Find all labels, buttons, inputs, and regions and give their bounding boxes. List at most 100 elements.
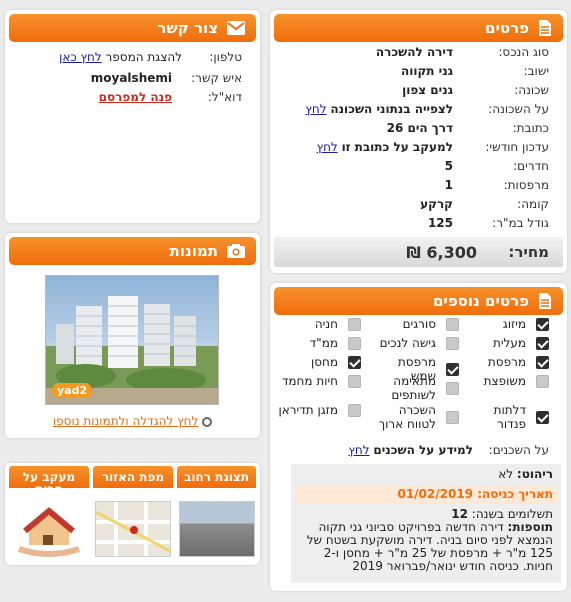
feature-checkbox[interactable] (348, 374, 361, 388)
feature-checkbox[interactable] (348, 317, 361, 331)
detail-row: גודל במ"ר: 125 (279, 213, 549, 232)
furniture-value: לא (498, 467, 514, 481)
detail-row: ישוב: גני תקווה (279, 61, 549, 80)
detail-row: חדרים: 5 (279, 156, 549, 175)
price-label: מחיר: (508, 243, 549, 261)
feature-item[interactable]: מעלית (461, 336, 549, 350)
tab-track-home[interactable]: מעקב על הבית (9, 466, 89, 488)
feature-item[interactable]: מזגן תדיראן (277, 403, 361, 417)
feature-label: מעלית (492, 336, 526, 350)
notes-row: תוספות: דירה חדשה בפרויקט סביוני גני תקו… (299, 521, 553, 573)
feature-checkbox[interactable] (446, 336, 459, 350)
feature-label: ממ"ד (309, 336, 338, 350)
feature-item[interactable]: מיזוג (461, 317, 549, 331)
feature-label: סורגים (402, 317, 436, 331)
feature-label: מחסן (310, 355, 338, 369)
enlarge-photos-link[interactable]: לחץ להגדלה ולתמונות נוספו (53, 414, 198, 428)
neighbors-link[interactable]: לחץ (348, 443, 369, 457)
detail-label: ישוב: (523, 63, 549, 78)
feature-item[interactable]: דלתות פנדור (461, 403, 549, 431)
document-icon (539, 293, 551, 309)
feature-checkbox[interactable] (446, 317, 459, 331)
camera-icon (227, 244, 245, 258)
extras-box: ריהוט: לא תאריך כניסה: 01/02/2019 תשלומי… (291, 464, 561, 583)
feature-item[interactable]: מחסן (277, 355, 361, 369)
detail-label: סוג הנכס: (498, 44, 549, 59)
email-label: דוא"ל: (207, 89, 242, 104)
tab-street-view[interactable]: תצוגת רחוב (177, 466, 256, 488)
feature-item[interactable]: מרפסת (461, 355, 549, 369)
tabs-panel: תצוגת רחוב מפת האזור מעקב על הבית (5, 463, 260, 565)
neighbors-value: למידע על השכנים (373, 442, 473, 457)
show-phone-link[interactable]: לחץ כאן (59, 50, 102, 64)
feature-item[interactable]: סורגים (371, 317, 459, 331)
feature-checkbox[interactable] (536, 355, 549, 369)
feature-checkbox[interactable] (348, 355, 361, 369)
contact-advertiser-link[interactable]: פנה למפרסם (99, 90, 172, 104)
feature-item[interactable]: חניה (277, 317, 361, 331)
feature-checkbox[interactable] (536, 317, 549, 331)
extras-panel: פרטים נוספים מיזוג סורגים חניה מעלית גישה לנ… (270, 283, 567, 591)
home-tracking-thumbnail[interactable] (11, 501, 87, 557)
feature-item[interactable]: גישה לנכים (371, 336, 459, 350)
magnify-icon (202, 416, 213, 427)
detail-value: דרך הים 26 (386, 120, 453, 135)
neighbors-row: על השכנים: למידע על השכנים לחץ (279, 440, 549, 459)
feature-item[interactable]: השכרה לטווח ארוך (371, 403, 459, 431)
feature-checkbox[interactable] (348, 336, 361, 350)
detail-label: קומה: (517, 196, 549, 211)
envelope-icon (227, 21, 245, 35)
extras-header: פרטים נוספים (274, 287, 563, 315)
detail-value: לצפייה בנתוני השכונה (330, 101, 453, 116)
street-view-thumbnail[interactable] (179, 501, 255, 557)
feature-item[interactable]: חיות מחמד (277, 374, 361, 388)
detail-value: למעקב על כתובת זו (341, 139, 453, 154)
feature-label: גישה לנכים (379, 336, 436, 350)
detail-row: כתובת: דרך הים 26 (279, 118, 549, 137)
document-icon (539, 20, 551, 36)
property-photo[interactable]: yad2 (45, 275, 219, 405)
feature-label: מתאימה לשותפים (391, 374, 436, 402)
detail-value: 125 (427, 215, 453, 230)
detail-row: סוג הנכס: דירה להשכרה (279, 42, 549, 61)
contact-title: צור קשר (157, 19, 218, 37)
feature-checkbox[interactable] (536, 336, 549, 350)
house-in-hands-icon (18, 507, 80, 557)
detail-link[interactable]: לחץ (317, 140, 338, 154)
detail-value: גני תקווה (400, 63, 453, 78)
phone-text: להצגת המספר (105, 49, 182, 64)
detail-value: קרקע (420, 196, 453, 211)
contact-panel: צור קשר טלפון: להצגת המספר לחץ כאן איש ק… (5, 10, 260, 223)
feature-label: מרפסת (487, 355, 526, 369)
enlarge-row: לחץ להגדלה ולתמונות נוספו (5, 414, 260, 428)
detail-row: עדכון חודשי: למעקב על כתובת זו לחץ (279, 137, 549, 156)
feature-label: מיזוג (502, 317, 526, 331)
detail-link[interactable]: לחץ (305, 102, 326, 116)
payments-label: תשלומים בשנה: (471, 507, 553, 521)
furniture-row: ריהוט: לא (299, 468, 553, 481)
price-value: 6,300 ₪ (406, 242, 477, 262)
detail-label: כתובת: (512, 120, 549, 135)
person-value: moyalshemi (90, 70, 172, 85)
phone-row: טלפון: להצגת המספר לחץ כאן (17, 47, 242, 66)
email-row: דוא"ל: פנה למפרסם (17, 87, 242, 106)
map-image (96, 502, 170, 556)
feature-checkbox[interactable] (536, 374, 549, 388)
feature-item[interactable]: משופצת (461, 374, 549, 388)
area-map-thumbnail[interactable] (95, 501, 171, 557)
detail-label: מרפסות: (503, 177, 549, 192)
feature-checkbox[interactable] (536, 410, 549, 424)
feature-checkbox[interactable] (446, 381, 459, 395)
feature-checkbox[interactable] (446, 410, 459, 424)
details-title: פרטים (485, 19, 529, 37)
detail-row: שכונה: גנים צפון (279, 80, 549, 99)
feature-item[interactable]: ממ"ד (277, 336, 361, 350)
feature-checkbox[interactable] (348, 403, 361, 417)
photos-title: תמונות (169, 242, 218, 260)
detail-value: גנים צפון (402, 82, 453, 97)
person-row: איש קשר: moyalshemi (17, 68, 242, 87)
details-header: פרטים (274, 14, 563, 42)
extras-title: פרטים נוספים (432, 292, 529, 310)
tab-area-map[interactable]: מפת האזור (93, 466, 173, 488)
feature-item[interactable]: מתאימה לשותפים (371, 374, 459, 402)
